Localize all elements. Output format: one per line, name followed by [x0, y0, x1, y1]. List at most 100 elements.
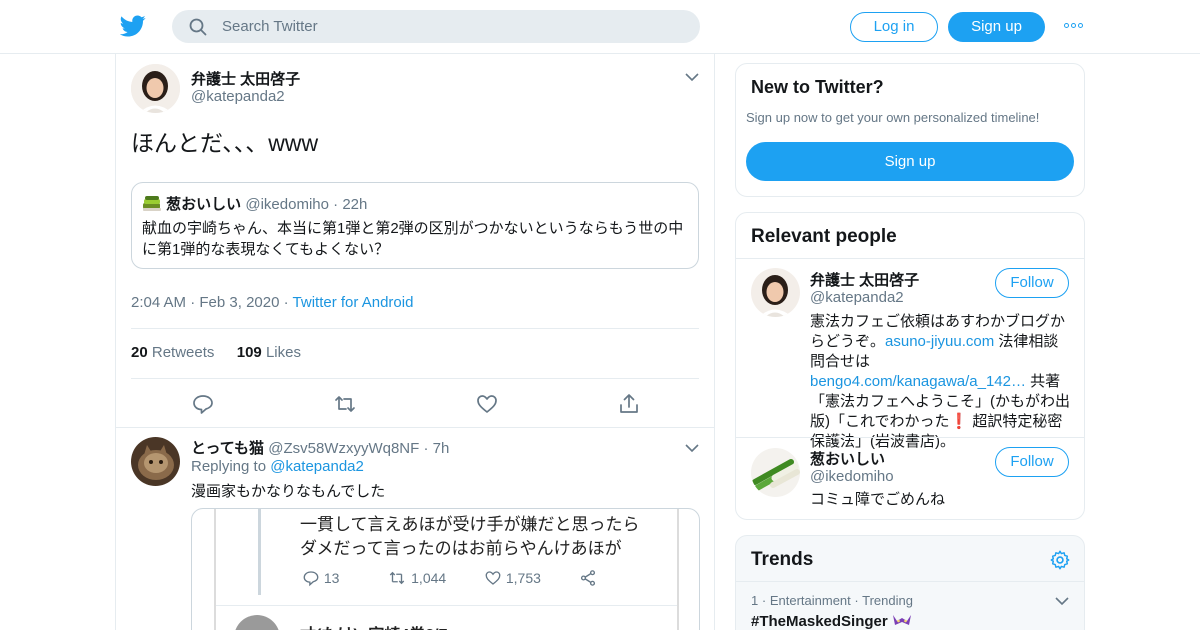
share-icon[interactable]: [617, 392, 641, 416]
screenshot-border: [214, 509, 216, 630]
exclamation-emoji-icon: ❗: [949, 413, 969, 430]
quoted-tweet-header: 葱おいしい @ikedomiho · 22h: [142, 193, 367, 214]
person-name[interactable]: 葱おいしい: [810, 448, 885, 469]
trend-rank: 1: [751, 593, 759, 608]
tweet-column: 弁護士 太田啓子 @katepanda2 ほんとだ、、、www 葱おいしい @i…: [115, 54, 715, 630]
author-handle[interactable]: @katepanda2: [191, 88, 285, 105]
media-actions: 13 1,044 1,753: [302, 569, 597, 587]
divider: [736, 258, 1084, 259]
quoted-tweet[interactable]: 葱おいしい @ikedomiho · 22h 献血の宇崎ちゃん、本当に第1弾と第…: [131, 182, 699, 269]
search-icon: [189, 18, 207, 36]
bio-link[interactable]: asuno-jiyuu.com: [885, 333, 994, 350]
media-cat-avatar: [234, 615, 280, 630]
person-photo-icon: [751, 268, 800, 317]
chevron-down-icon[interactable]: [1055, 596, 1069, 606]
person-avatar[interactable]: [751, 448, 800, 497]
trend-meta: 1 · Entertainment · Trending: [751, 593, 913, 608]
thread-line: [258, 509, 261, 595]
dot-separator: ·: [854, 593, 859, 608]
media-reply-count: 13: [323, 570, 340, 586]
trend-item[interactable]: #TheMaskedSinger: [751, 613, 912, 630]
media-share-icon: [580, 570, 595, 586]
bio-link[interactable]: bengo4.com/kanagawa/a_142…: [810, 373, 1026, 390]
person-bio: 憲法カフェご依頼はあすわかブログからどうぞ。asuno-jiyuu.com 法律…: [810, 312, 1072, 452]
tweet-date[interactable]: Feb 3, 2020: [199, 294, 279, 311]
relevant-people-card: Relevant people 弁護士 太田啓子 @katepanda2 Fol…: [735, 212, 1085, 520]
person-handle[interactable]: @katepanda2: [810, 289, 904, 306]
replying-to: Replying to @katepanda2: [191, 458, 364, 475]
reply-time[interactable]: 7h: [433, 440, 450, 457]
twitter-bird-icon[interactable]: [120, 13, 146, 39]
quoted-text: 献血の宇崎ちゃん、本当に第1弾と第2弾の区別がつかないというならもう世の中に第1…: [142, 220, 684, 258]
retweet-icon[interactable]: [333, 392, 357, 416]
screenshot-border: [677, 509, 679, 630]
replying-to-label: Replying to: [191, 458, 267, 475]
search-box[interactable]: [172, 10, 700, 43]
divider: [116, 427, 714, 428]
media-like-icon: [485, 571, 501, 585]
retweet-count[interactable]: 20: [131, 344, 148, 361]
author-name[interactable]: 弁護士 太田啓子: [191, 68, 300, 89]
relevant-people-title: Relevant people: [751, 226, 897, 247]
chevron-down-icon[interactable]: [685, 72, 699, 82]
green-onion-icon: [751, 448, 800, 497]
search-input[interactable]: [222, 10, 682, 43]
login-button[interactable]: Log in: [850, 12, 938, 42]
media-bottom-text: 寸(たけ)■宇崎4巻2/7: [300, 621, 447, 630]
chevron-down-icon[interactable]: [685, 443, 699, 453]
person-handle[interactable]: @ikedomiho: [810, 468, 894, 485]
divider: [131, 378, 699, 379]
tweet-source-link[interactable]: Twitter for Android: [293, 294, 414, 311]
like-count[interactable]: 109: [237, 344, 262, 361]
mask-emoji-icon: [892, 615, 911, 625]
trends-card: Trends 1 · Entertainment · Trending #The…: [735, 535, 1085, 630]
top-bar: Log in Sign up: [0, 0, 1200, 54]
divider: [131, 328, 699, 329]
quoted-handle: @ikedomiho: [245, 196, 329, 213]
tweet-stats: 20 Retweets 109 Likes: [131, 344, 301, 361]
media-retweet-icon: [390, 571, 405, 585]
new-to-twitter-card: New to Twitter? Sign up now to get your …: [735, 63, 1085, 197]
reply-author-name[interactable]: とっても猫: [191, 440, 264, 457]
like-heart-icon[interactable]: [475, 392, 499, 416]
tweet-time[interactable]: 2:04 AM: [131, 294, 186, 311]
person-avatar[interactable]: [751, 268, 800, 317]
author-photo-icon: [131, 64, 180, 113]
quoted-name: 葱おいしい: [166, 196, 242, 213]
reply-author-handle[interactable]: @Zsv58WzxyyWq8NF: [268, 440, 419, 457]
reply-media-image[interactable]: 一貫して言えあほが受け手が嫌だと思ったら ダメだって言ったのはお前らやんけあほが…: [191, 508, 700, 630]
dot-separator: ·: [761, 593, 767, 608]
retweet-label[interactable]: Retweets: [152, 344, 215, 361]
media-divider: [216, 605, 677, 606]
sidebar-signup-button[interactable]: Sign up: [746, 142, 1074, 181]
reply-header: とっても猫 @Zsv58WzxyyWq8NF · 7h: [191, 437, 449, 458]
author-avatar[interactable]: [131, 64, 180, 113]
media-text-line-2: ダメだって言ったのはお前らやんけあほが: [300, 539, 622, 558]
replying-to-handle[interactable]: @katepanda2: [270, 458, 364, 475]
follow-button[interactable]: Follow: [995, 268, 1069, 298]
new-to-twitter-title: New to Twitter?: [751, 77, 884, 97]
new-to-twitter-subtitle: Sign up now to get your own personalized…: [746, 110, 1040, 125]
dot-separator: ·: [423, 440, 429, 457]
dot-separator: ·: [283, 294, 289, 311]
like-label[interactable]: Likes: [266, 344, 301, 361]
person-name[interactable]: 弁護士 太田啓子: [810, 269, 919, 290]
tweet-meta: 2:04 AM · Feb 3, 2020 · Twitter for Andr…: [131, 294, 413, 311]
reply-text: 漫画家もかなりなもんでした: [191, 483, 386, 500]
reply-author-avatar[interactable]: [131, 437, 180, 486]
trend-name[interactable]: #TheMaskedSinger: [751, 613, 888, 630]
media-reply-icon: [303, 571, 319, 587]
dot-separator: ·: [190, 294, 196, 311]
trend-status: Trending: [862, 593, 913, 608]
quoted-avatar-icon: [143, 196, 161, 211]
quoted-time: 22h: [342, 196, 368, 213]
tweet-text: ほんとだ、、、www: [131, 130, 319, 156]
settings-gear-icon[interactable]: [1049, 549, 1071, 571]
media-retweet-count: 1,044: [411, 570, 447, 586]
more-options-icon[interactable]: [1064, 18, 1086, 34]
follow-button[interactable]: Follow: [995, 447, 1069, 477]
media-like-count: 1,753: [505, 570, 541, 586]
dot-separator: ·: [333, 196, 339, 213]
reply-icon[interactable]: [191, 392, 215, 416]
signup-button[interactable]: Sign up: [948, 12, 1045, 42]
